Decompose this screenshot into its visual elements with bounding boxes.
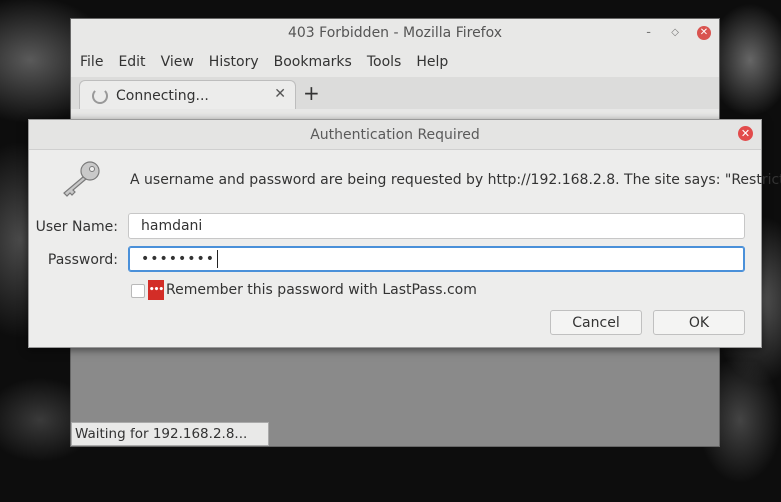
ok-button[interactable]: OK xyxy=(653,310,745,335)
dialog-close-button[interactable]: ✕ xyxy=(738,126,753,141)
password-value: •••••••• xyxy=(141,251,216,267)
key-icon xyxy=(63,161,100,197)
menu-bookmarks[interactable]: Bookmarks xyxy=(274,54,352,70)
menu-edit[interactable]: Edit xyxy=(118,54,145,70)
maximize-button[interactable]: ◇ xyxy=(671,27,679,38)
tab-bar: Connecting... ✕ + xyxy=(71,77,719,110)
menu-tools[interactable]: Tools xyxy=(367,54,402,70)
status-bar: Waiting for 192.168.2.8... xyxy=(71,422,269,446)
password-field[interactable]: •••••••• xyxy=(128,246,745,272)
cancel-button[interactable]: Cancel xyxy=(550,310,642,335)
minimize-button[interactable]: - xyxy=(646,25,651,40)
dialog-titlebar: Authentication Required ✕ xyxy=(29,120,761,150)
lastpass-icon: ••• xyxy=(148,280,164,300)
menu-help[interactable]: Help xyxy=(416,54,448,70)
auth-dialog: Authentication Required ✕ A username and… xyxy=(28,119,781,348)
username-value: hamdani xyxy=(141,218,203,234)
tab-label: Connecting... xyxy=(116,87,209,104)
username-field[interactable]: hamdani xyxy=(128,213,745,239)
password-label: Password: xyxy=(47,252,118,268)
text-caret xyxy=(217,250,219,268)
remember-password-label[interactable]: Remember this password with LastPass.com xyxy=(166,282,477,298)
window-close-button[interactable]: ✕ xyxy=(697,26,711,40)
tab-close-icon[interactable]: ✕ xyxy=(274,86,286,102)
dialog-message: A username and password are being reques… xyxy=(130,172,781,188)
menu-view[interactable]: View xyxy=(161,54,194,70)
dialog-title: Authentication Required xyxy=(310,126,480,143)
new-tab-button[interactable]: + xyxy=(303,81,320,105)
loading-spinner-icon xyxy=(92,87,108,104)
menu-file[interactable]: File xyxy=(80,54,103,70)
remember-checkbox[interactable] xyxy=(131,284,145,298)
username-label: User Name: xyxy=(35,219,118,235)
status-text: Waiting for 192.168.2.8... xyxy=(75,426,248,442)
menu-history[interactable]: History xyxy=(209,54,259,70)
menu-bar: File Edit View History Bookmarks Tools H… xyxy=(71,47,719,77)
window-title: 403 Forbidden - Mozilla Firefox xyxy=(287,25,503,41)
tab-connecting[interactable]: Connecting... ✕ xyxy=(79,80,296,110)
firefox-titlebar: 403 Forbidden - Mozilla Firefox - ◇ ✕ xyxy=(71,19,719,47)
